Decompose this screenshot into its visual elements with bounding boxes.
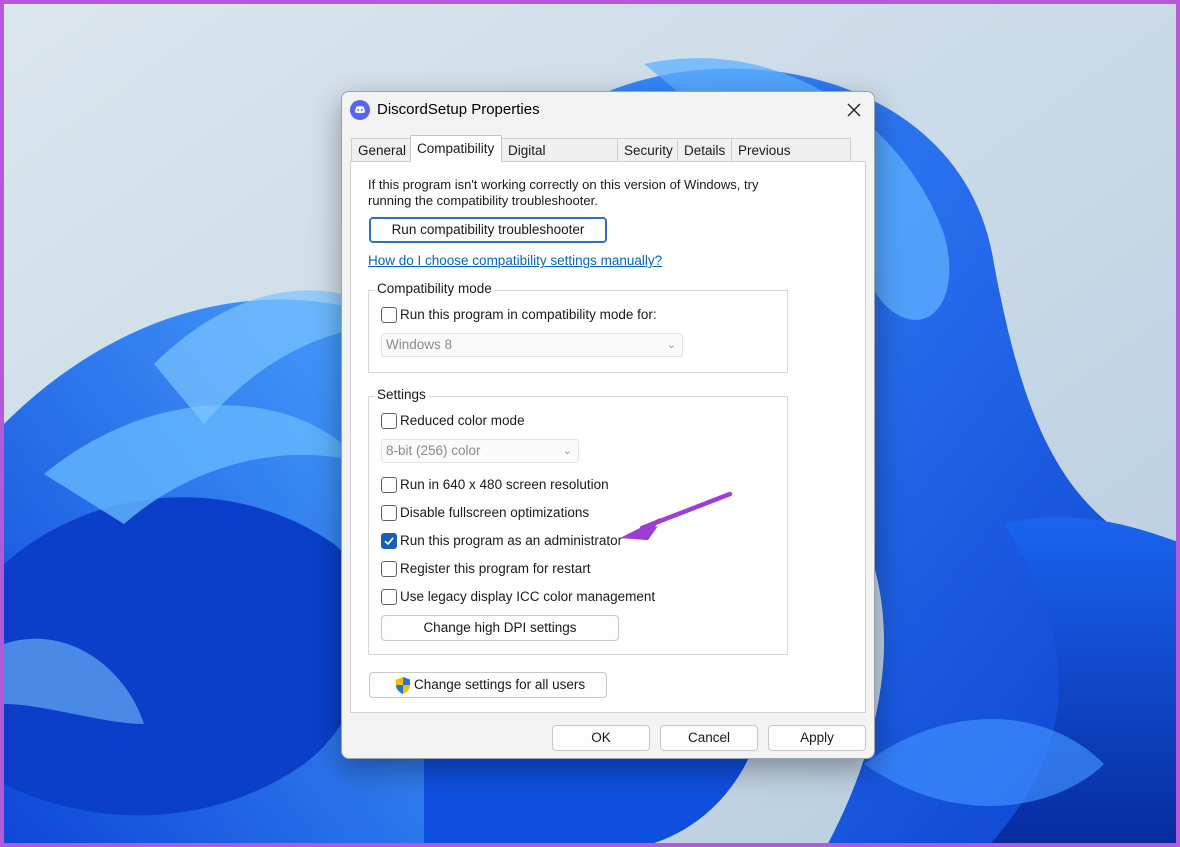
chevron-down-icon: ⌄ xyxy=(562,445,572,457)
compatibility-panel: If this program isn't working correctly … xyxy=(350,161,866,713)
ok-button[interactable]: OK xyxy=(552,725,650,751)
tab-general[interactable]: General xyxy=(351,138,411,161)
chevron-down-icon: ⌄ xyxy=(666,339,676,351)
legacy-icc-checkbox[interactable] xyxy=(381,589,397,605)
disable-fullscreen-label: Disable fullscreen optimizations xyxy=(400,505,590,520)
tab-security[interactable]: Security xyxy=(617,138,678,161)
discord-icon xyxy=(350,100,370,120)
pointer-arrow-icon xyxy=(620,491,733,540)
color-depth-select[interactable]: 8-bit (256) color ⌄ xyxy=(381,439,579,463)
compatibility-mode-group: Compatibility mode Run this program in c… xyxy=(368,281,788,373)
disable-fullscreen-checkbox[interactable] xyxy=(381,505,397,521)
color-depth-value: 8-bit (256) color xyxy=(386,443,481,458)
res-640-checkbox[interactable] xyxy=(381,477,397,493)
run-as-admin-checkbox[interactable] xyxy=(381,533,397,549)
tab-compatibility[interactable]: Compatibility xyxy=(410,135,502,162)
apply-button[interactable]: Apply xyxy=(768,725,866,751)
cancel-button[interactable]: Cancel xyxy=(660,725,758,751)
close-icon xyxy=(847,103,861,117)
properties-dialog: DiscordSetup Properties General Compatib… xyxy=(341,91,875,759)
compat-mode-checkbox[interactable] xyxy=(381,307,397,323)
legacy-icc-label: Use legacy display ICC color management xyxy=(400,589,656,604)
change-all-users-button[interactable]: Change settings for all users xyxy=(369,672,607,698)
intro-text-line1: If this program isn't working correctly … xyxy=(368,177,759,192)
res-640-label: Run in 640 x 480 screen resolution xyxy=(400,477,609,492)
uac-shield-icon xyxy=(396,677,410,694)
reduced-color-label: Reduced color mode xyxy=(400,413,525,428)
window-title: DiscordSetup Properties xyxy=(377,101,540,118)
settings-legend: Settings xyxy=(374,387,429,402)
run-troubleshooter-button[interactable]: Run compatibility troubleshooter xyxy=(369,217,607,243)
tab-digital-signatures[interactable]: Digital Signatures xyxy=(501,138,618,181)
change-dpi-button[interactable]: Change high DPI settings xyxy=(381,615,619,641)
reduced-color-checkbox[interactable] xyxy=(381,413,397,429)
register-restart-checkbox[interactable] xyxy=(381,561,397,577)
compatibility-mode-legend: Compatibility mode xyxy=(374,281,495,296)
checkmark-icon xyxy=(384,537,394,546)
close-button[interactable] xyxy=(836,96,872,124)
compat-os-value: Windows 8 xyxy=(386,337,453,352)
tab-previous-versions[interactable]: Previous Versions xyxy=(731,138,851,181)
compat-mode-label: Run this program in compatibility mode f… xyxy=(400,307,657,322)
compat-os-select[interactable]: Windows 8 ⌄ xyxy=(381,333,683,357)
tab-details[interactable]: Details xyxy=(677,138,732,161)
run-as-admin-label: Run this program as an administrator xyxy=(400,533,623,548)
register-restart-label: Register this program for restart xyxy=(400,561,591,576)
help-link[interactable]: How do I choose compatibility settings m… xyxy=(368,253,662,268)
change-all-users-label: Change settings for all users xyxy=(414,677,586,692)
intro-text-line2: running the compatibility troubleshooter… xyxy=(368,193,598,208)
